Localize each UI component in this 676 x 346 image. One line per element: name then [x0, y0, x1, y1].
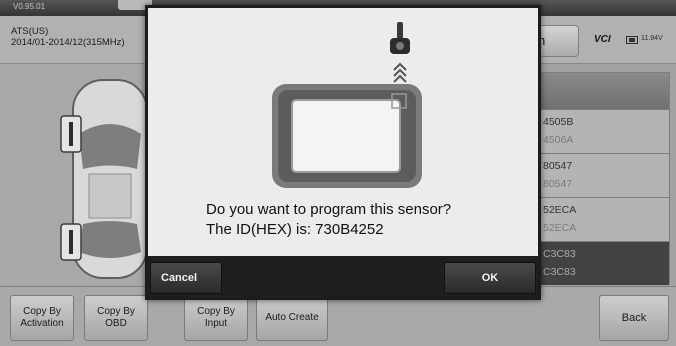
tpms-programming-screen: V0.95.01 ATS(US) 2014/01-2014/12(315MHz)…	[0, 0, 676, 346]
tablet-icon	[272, 22, 422, 188]
dialog-message: Do you want to program this sensor? The …	[206, 200, 451, 240]
dialog-body: Do you want to program this sensor? The …	[148, 8, 538, 256]
dialog-question: Do you want to program this sensor?	[206, 201, 452, 218]
ok-button[interactable]: OK	[444, 262, 536, 294]
signal-arrows-icon	[393, 62, 407, 83]
dialog-footer: Cancel OK	[148, 256, 538, 297]
cancel-button[interactable]: Cancel	[150, 262, 222, 294]
program-sensor-dialog: Do you want to program this sensor? The …	[145, 5, 541, 300]
sensor-id-text: The ID(HEX) is: 730B4252	[206, 221, 384, 238]
tpms-sensor-icon	[390, 22, 410, 54]
